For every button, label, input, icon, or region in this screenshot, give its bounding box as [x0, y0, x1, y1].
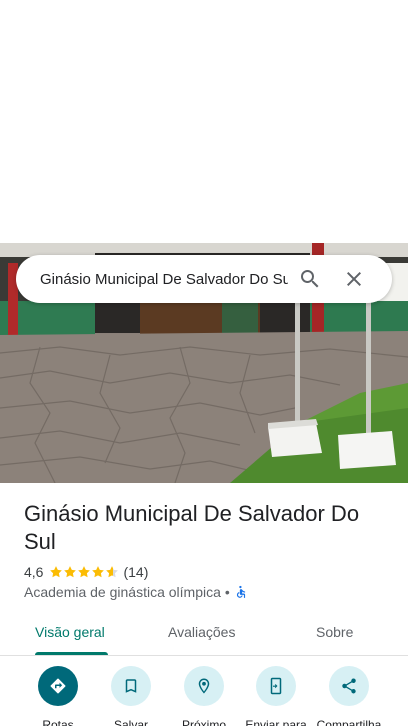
- rating-row[interactable]: 4,6 (14): [24, 563, 148, 581]
- place-tabs: Visão geral Avaliações Sobre: [0, 612, 408, 656]
- category-row: Academia de ginástica olímpica •: [24, 583, 248, 601]
- map-blank-area: [0, 0, 408, 243]
- action-bar: Rotas Salvar Próximo Enviar para Compart…: [0, 666, 408, 726]
- search-query-text[interactable]: Ginásio Municipal De Salvador Do Sul: [40, 271, 288, 288]
- directions-label: Rotas: [42, 718, 74, 726]
- bookmark-icon: [125, 679, 137, 693]
- active-tab-indicator: [35, 652, 108, 655]
- save-circle[interactable]: [111, 666, 151, 706]
- share-icon: [342, 678, 356, 694]
- wheelchair-accessible-icon[interactable]: [234, 585, 248, 599]
- share-label: Compartilha: [316, 718, 382, 726]
- close-icon: [347, 272, 361, 286]
- search-icon: [301, 270, 319, 288]
- share-button[interactable]: Compartilha: [313, 666, 385, 726]
- send-to-phone-label: Enviar para: [245, 718, 307, 726]
- directions-circle[interactable]: [38, 666, 78, 706]
- search-button[interactable]: [288, 257, 332, 301]
- tab-about[interactable]: Sobre: [316, 624, 353, 640]
- rating-stars: [49, 565, 119, 579]
- tab-overview[interactable]: Visão geral: [35, 624, 105, 640]
- star-icon: [92, 566, 105, 578]
- search-bar[interactable]: Ginásio Municipal De Salvador Do Sul: [16, 255, 392, 303]
- star-icon: [78, 566, 91, 578]
- nearby-icon: [198, 678, 210, 694]
- star-icon: [64, 566, 77, 578]
- directions-icon: [50, 678, 66, 694]
- nearby-label: Próximo: [181, 718, 226, 726]
- place-title: Ginásio Municipal De Salvador Do Sul: [24, 501, 360, 554]
- rating-value: 4,6: [24, 564, 44, 580]
- nearby-circle[interactable]: [184, 666, 224, 706]
- place-category[interactable]: Academia de ginástica olímpica: [24, 584, 221, 600]
- send-to-phone-button[interactable]: Enviar para: [240, 666, 312, 726]
- star-icon: [50, 566, 63, 578]
- send-to-phone-circle[interactable]: [256, 666, 296, 706]
- separator-dot: •: [224, 584, 230, 600]
- save-label: Salvar: [113, 718, 148, 726]
- review-count[interactable]: (14): [123, 564, 148, 580]
- share-circle[interactable]: [329, 666, 369, 706]
- clear-search-button[interactable]: [332, 257, 376, 301]
- directions-button[interactable]: Rotas: [22, 666, 94, 726]
- star-icon: [106, 566, 119, 578]
- send-to-phone-icon: [270, 677, 282, 695]
- nearby-button[interactable]: Próximo: [168, 666, 240, 726]
- tab-reviews[interactable]: Avaliações: [168, 624, 235, 640]
- save-button[interactable]: Salvar: [95, 666, 167, 726]
